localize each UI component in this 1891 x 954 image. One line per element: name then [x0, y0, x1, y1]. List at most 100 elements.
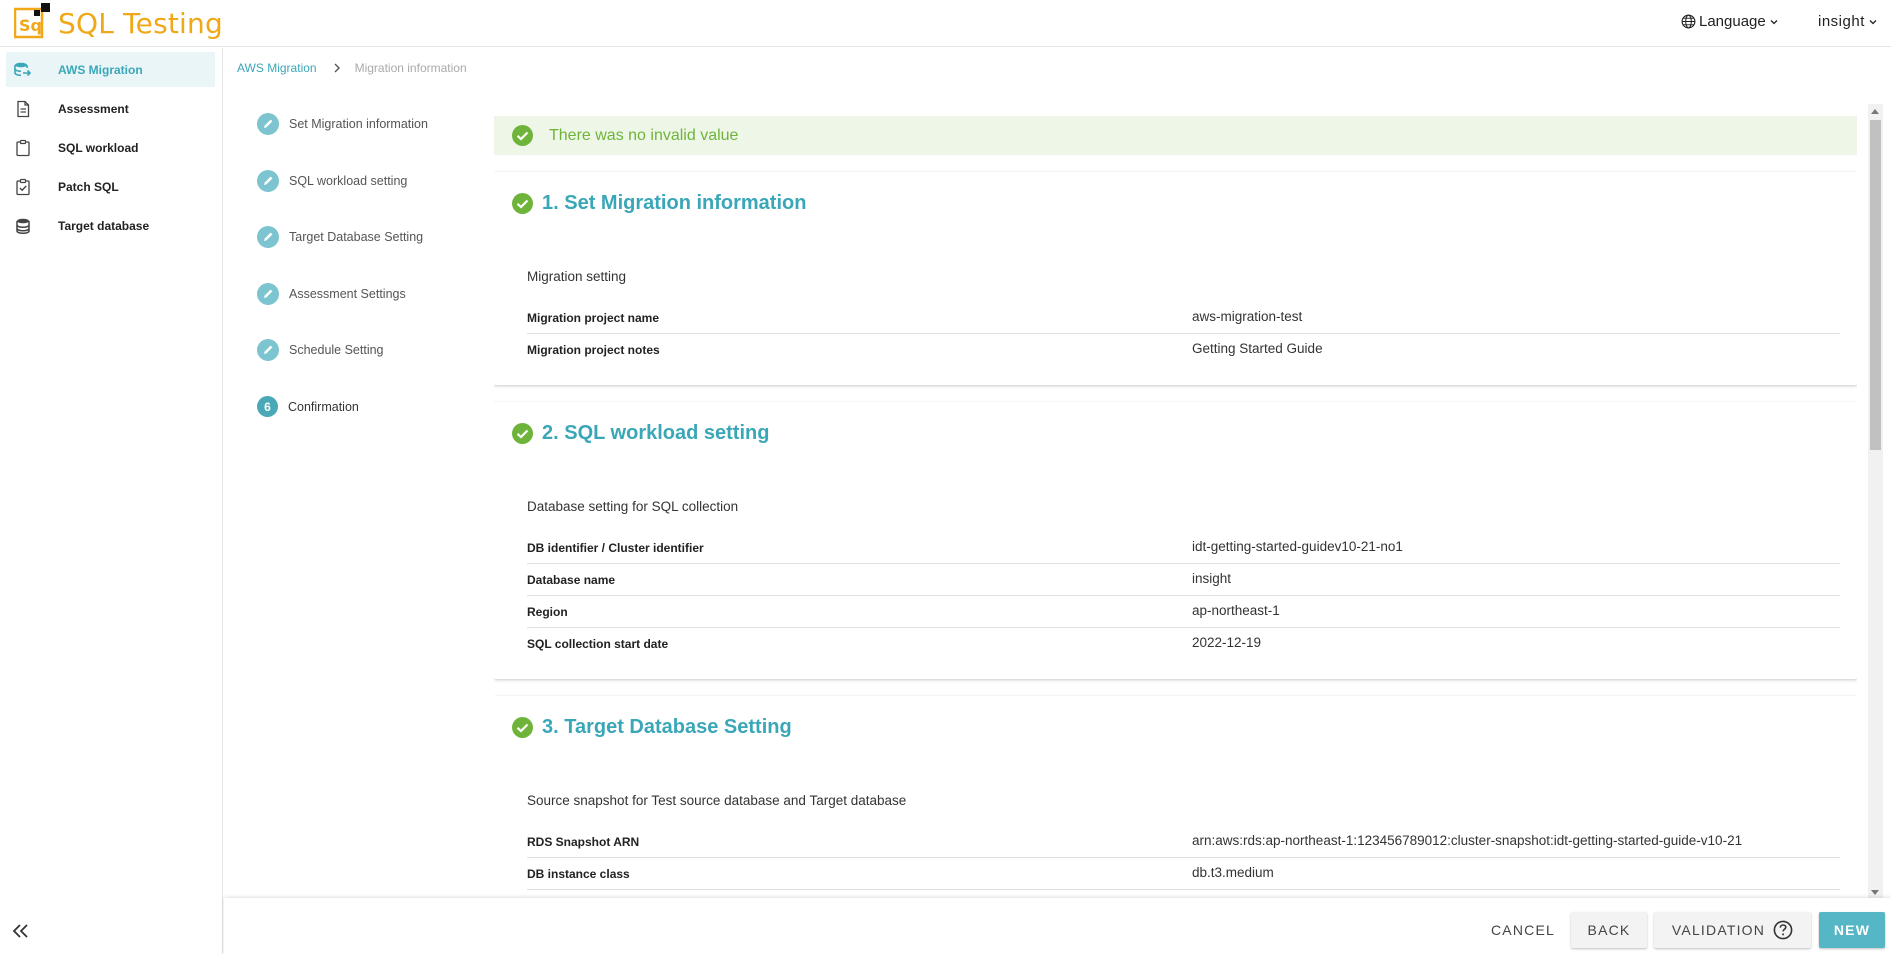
step-target-database-setting[interactable]: Target Database Setting	[257, 226, 423, 248]
database-icon	[16, 218, 30, 235]
table-row: Migration project notes Getting Started …	[527, 334, 1840, 366]
sidebar-item-aws-migration[interactable]: AWS Migration	[6, 52, 215, 87]
row-key: RDS Snapshot ARN	[527, 835, 640, 849]
sidebar-item-assessment[interactable]: Assessment	[6, 91, 215, 126]
sidebar-item-label: SQL workload	[58, 141, 139, 155]
step-label: Target Database Setting	[289, 230, 424, 244]
validation-label: VALIDATION	[1671, 922, 1766, 938]
section-title-text: 2. SQL workload setting	[542, 422, 770, 444]
step-number: 6	[257, 396, 278, 417]
breadcrumb-current: Migration information	[354, 61, 467, 75]
step-label: Set Migration information	[289, 117, 428, 131]
table-row: Database name insight	[527, 564, 1840, 596]
step-confirmation[interactable]: 6 Confirmation	[257, 396, 359, 417]
pencil-icon	[257, 170, 279, 192]
scroll-up-icon[interactable]	[1871, 109, 1879, 114]
database-arrow-icon	[14, 62, 32, 77]
section-title: 3. Target Database Setting	[512, 716, 792, 739]
svg-text:Sq: Sq	[19, 16, 42, 35]
chevron-right-icon	[334, 63, 340, 73]
sql-testing-logo-icon[interactable]: Sq	[14, 3, 50, 39]
cancel-button[interactable]: CANCEL	[1478, 912, 1568, 948]
section-subtitle: Source snapshot for Test source database…	[527, 793, 907, 808]
language-label: Language	[1699, 13, 1766, 30]
step-label: Confirmation	[288, 399, 359, 414]
action-footer: CANCEL BACK VALIDATION NEW	[224, 898, 1891, 954]
section-title-text: 3. Target Database Setting	[542, 716, 792, 738]
section-title-text: 1. Set Migration information	[542, 192, 807, 214]
sidebar-item-label: AWS Migration	[58, 63, 143, 77]
table-row: DB identifier / Cluster identifier idt-g…	[527, 532, 1840, 564]
validation-button[interactable]: VALIDATION	[1654, 912, 1811, 948]
row-value: 2022-12-19	[1192, 635, 1262, 650]
globe-icon	[1681, 14, 1696, 29]
step-set-migration-information[interactable]: Set Migration information	[257, 113, 428, 135]
section-sql-workload-setting: 2. SQL workload setting Database setting…	[494, 402, 1857, 679]
breadcrumb-parent-link[interactable]: AWS Migration	[237, 61, 317, 75]
row-value: aws-migration-test	[1192, 309, 1303, 324]
row-value: idt-getting-started-guidev10-21-no1	[1192, 539, 1403, 554]
step-sql-workload-setting[interactable]: SQL workload setting	[257, 170, 407, 192]
table-row: Migration project name aws-migration-tes…	[527, 302, 1840, 334]
row-value: db.t3.medium	[1192, 865, 1274, 880]
content-scrollbar[interactable]	[1868, 104, 1883, 900]
step-assessment-settings[interactable]: Assessment Settings	[257, 283, 406, 305]
table-row: RDS Snapshot ARN arn:aws:rds:ap-northeas…	[527, 826, 1840, 858]
sidebar-item-sql-workload[interactable]: SQL workload	[6, 130, 215, 165]
pencil-icon	[257, 113, 279, 135]
sidebar: AWS Migration Assessment SQL workload Pa…	[0, 48, 223, 954]
help-circle-icon	[1773, 920, 1793, 940]
collapse-sidebar-icon[interactable]	[10, 920, 32, 942]
table-row: SQL collection start date 2022-12-19	[527, 628, 1840, 660]
clipboard-check-icon	[16, 178, 30, 196]
row-key: Migration project notes	[527, 343, 660, 357]
clipboard-icon	[16, 139, 30, 157]
chevron-down-icon	[1869, 19, 1877, 24]
step-label: Schedule Setting	[289, 343, 384, 357]
check-circle-icon	[512, 423, 533, 444]
sidebar-item-patch-sql[interactable]: Patch SQL	[6, 169, 215, 204]
back-button[interactable]: BACK	[1571, 912, 1647, 948]
row-key: Database name	[527, 573, 616, 587]
section-subtitle: Migration setting	[527, 269, 627, 284]
step-label: Assessment Settings	[289, 287, 406, 301]
scroll-down-icon[interactable]	[1871, 890, 1879, 895]
sidebar-item-label: Assessment	[58, 102, 129, 116]
document-icon	[17, 100, 30, 118]
table-row: Region ap-northeast-1	[527, 596, 1840, 628]
pencil-icon	[257, 339, 279, 361]
alert-text: There was no invalid value	[549, 126, 739, 144]
row-key: DB instance class	[527, 867, 630, 881]
row-key: Region	[527, 605, 568, 619]
pencil-icon	[257, 226, 279, 248]
section-title: 1. Set Migration information	[512, 192, 806, 215]
step-schedule-setting[interactable]: Schedule Setting	[257, 339, 384, 361]
table-row: DB instance class db.t3.medium	[527, 858, 1840, 890]
confirmation-content: There was no invalid value 1. Set Migrat…	[494, 116, 1857, 898]
sidebar-item-target-database[interactable]: Target database	[6, 208, 215, 243]
check-circle-icon	[512, 125, 533, 146]
step-label: SQL workload setting	[289, 174, 408, 188]
language-selector[interactable]: Language	[1681, 13, 1779, 30]
user-label: insight	[1818, 13, 1865, 30]
section-title: 2. SQL workload setting	[512, 422, 769, 445]
sidebar-item-label: Target database	[58, 219, 150, 233]
row-value: insight	[1192, 571, 1232, 586]
check-circle-icon	[512, 717, 533, 738]
section-target-database-setting: 3. Target Database Setting Source snapsh…	[494, 696, 1857, 898]
app-header: Sq SQL Testing Language insight	[0, 0, 1891, 47]
check-circle-icon	[512, 193, 533, 214]
row-value: ap-northeast-1	[1192, 603, 1280, 618]
new-button[interactable]: NEW	[1819, 912, 1885, 948]
app-title: SQL Testing	[58, 7, 223, 40]
row-key: DB identifier / Cluster identifier	[527, 541, 704, 555]
sidebar-item-label: Patch SQL	[58, 180, 119, 194]
row-key: Migration project name	[527, 311, 660, 325]
scrollbar-thumb[interactable]	[1870, 120, 1881, 450]
section-migration-information: 1. Set Migration information Migration s…	[494, 172, 1857, 385]
breadcrumb: AWS Migration Migration information	[237, 61, 467, 75]
validation-alert: There was no invalid value	[494, 116, 1857, 155]
row-value: arn:aws:rds:ap-northeast-1:123456789012:…	[1192, 833, 1743, 848]
user-menu[interactable]: insight	[1818, 13, 1878, 30]
pencil-icon	[257, 283, 279, 305]
